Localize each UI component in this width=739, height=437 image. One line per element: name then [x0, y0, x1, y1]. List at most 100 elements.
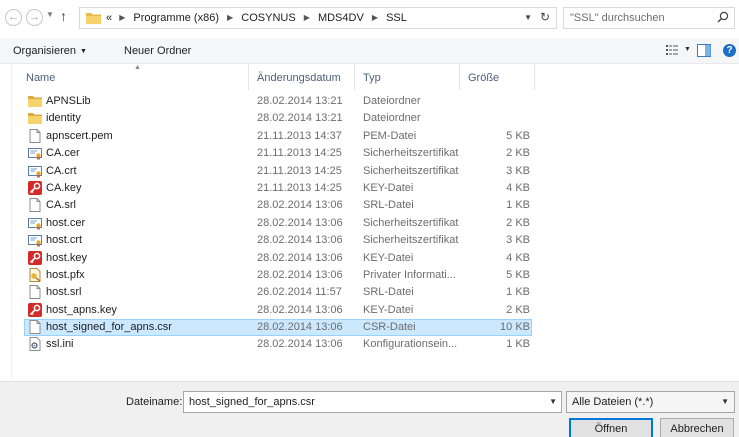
file-date: 21.11.2013 14:37 — [257, 129, 342, 142]
search-placeholder: "SSL" durchsuchen — [570, 12, 665, 24]
file-name: CA.crt — [46, 164, 77, 177]
address-dropdown-chevron-icon[interactable]: ▼ — [524, 13, 532, 22]
chevron-right-icon[interactable]: ▶ — [372, 13, 378, 22]
cancel-button[interactable]: Abbrechen — [660, 418, 734, 437]
column-divider[interactable] — [534, 64, 535, 90]
column-divider[interactable] — [354, 64, 355, 90]
file-name: host.cer — [46, 216, 86, 229]
file-size: 1 KB — [506, 199, 530, 212]
search-input[interactable]: "SSL" durchsuchen — [563, 7, 735, 29]
list-item[interactable]: ssl.ini 28.02.2014 13:06 Konfigurationse… — [12, 336, 739, 353]
file-name: host.key — [46, 251, 87, 264]
file-type-filter-select[interactable]: Alle Dateien (*.*) ▼ — [566, 391, 735, 413]
file-name: CA.cer — [46, 147, 80, 160]
chevron-down-icon: ▼ — [721, 397, 729, 406]
file-size: 10 KB — [500, 321, 530, 334]
file-name: host.pfx — [46, 268, 85, 281]
address-row: ← → ▼ ↑ « ▶ Programme (x86) ▶ COSYNUS ▶ … — [0, 0, 739, 34]
column-divider[interactable] — [248, 64, 249, 90]
back-arrow-icon: ← — [8, 11, 19, 23]
file-type: Sicherheitszertifikat — [363, 234, 459, 247]
list-item[interactable]: APNSLib 28.02.2014 13:21 Dateiordner — [12, 93, 739, 110]
file-date: 28.02.2014 13:06 — [257, 338, 343, 351]
open-button[interactable]: Öffnen — [569, 418, 653, 437]
chevron-right-icon[interactable]: ▶ — [227, 13, 233, 22]
list-item[interactable]: host.crt 28.02.2014 13:06 Sicherheitszer… — [12, 232, 739, 249]
file-type: Privater Informati... — [363, 268, 456, 281]
breadcrumb-item[interactable]: COSYNUS — [241, 12, 295, 24]
file-type: Konfigurationsein... — [363, 338, 458, 351]
list-item-selected[interactable]: host_signed_for_apns.csr 28.02.2014 13:0… — [12, 319, 739, 337]
view-options-icon[interactable] — [666, 45, 678, 55]
chevron-right-icon: ▶ — [119, 13, 126, 22]
column-divider[interactable] — [459, 64, 460, 90]
list-item[interactable]: identity 28.02.2014 13:21 Dateiordner — [12, 110, 739, 127]
file-date: 26.02.2014 11:57 — [257, 286, 342, 299]
column-header-row: ▲ Name Änderungsdatum Typ Größe — [12, 64, 739, 90]
certificate-icon — [28, 217, 42, 230]
chevron-down-icon: ▼ — [79, 48, 87, 55]
file-name: CA.srl — [46, 199, 76, 212]
file-date: 28.02.2014 13:06 — [257, 268, 343, 281]
file-name: identity — [46, 112, 81, 125]
back-button[interactable]: ← — [5, 9, 22, 26]
preview-pane-icon[interactable] — [697, 44, 711, 57]
list-item[interactable]: host.pfx 28.02.2014 13:06 Privater Infor… — [12, 267, 739, 284]
file-list: APNSLib 28.02.2014 13:21 Dateiordner ide… — [12, 93, 739, 354]
file-type: Sicherheitszertifikat — [363, 164, 459, 177]
file-icon — [29, 128, 41, 143]
organize-button[interactable]: Organisieren ▼ — [13, 45, 87, 57]
folder-icon — [28, 113, 42, 125]
column-name[interactable]: Name — [26, 72, 55, 84]
up-button[interactable]: ↑ — [60, 8, 67, 24]
file-size: 2 KB — [506, 303, 530, 316]
file-size: 2 KB — [506, 147, 530, 160]
forward-button[interactable]: → — [26, 9, 43, 26]
file-icon — [29, 285, 41, 300]
breadcrumb-item[interactable]: MDS4DV — [318, 12, 364, 24]
file-date: 21.11.2013 14:25 — [257, 181, 342, 194]
list-item[interactable]: host_apns.key 28.02.2014 13:06 KEY-Datei… — [12, 302, 739, 319]
breadcrumb-overflow[interactable]: « — [106, 12, 112, 24]
file-date: 28.02.2014 13:06 — [257, 321, 343, 334]
column-type[interactable]: Typ — [363, 72, 381, 84]
file-date: 28.02.2014 13:21 — [257, 112, 343, 125]
file-type: SRL-Datei — [363, 286, 414, 299]
file-type: PEM-Datei — [363, 129, 417, 142]
recent-locations-chevron-icon[interactable]: ▼ — [46, 10, 54, 19]
list-item[interactable]: CA.cer 21.11.2013 14:25 Sicherheitszerti… — [12, 145, 739, 162]
file-type: Sicherheitszertifikat — [363, 147, 459, 160]
file-date: 28.02.2014 13:06 — [257, 234, 343, 247]
list-item[interactable]: host.srl 26.02.2014 11:57 SRL-Datei 1 KB — [12, 284, 739, 301]
key-icon — [28, 250, 42, 265]
list-item[interactable]: CA.crt 21.11.2013 14:25 Sicherheitszerti… — [12, 163, 739, 180]
search-icon — [717, 11, 729, 23]
column-size[interactable]: Größe — [468, 72, 499, 84]
view-options-chevron-icon[interactable]: ▼ — [684, 46, 691, 53]
new-folder-button[interactable]: Neuer Ordner — [124, 45, 191, 57]
help-icon[interactable]: ? — [723, 44, 736, 57]
breadcrumb-item[interactable]: SSL — [386, 12, 407, 24]
address-bar[interactable]: « ▶ Programme (x86) ▶ COSYNUS ▶ MDS4DV ▶… — [79, 7, 557, 29]
file-name: host_apns.key — [46, 303, 117, 316]
filename-field[interactable]: host_signed_for_apns.csr ▼ — [183, 391, 562, 413]
breadcrumb-item[interactable]: Programme (x86) — [133, 12, 219, 24]
dialog-footer: Dateiname: host_signed_for_apns.csr ▼ Al… — [0, 381, 739, 437]
file-type: CSR-Datei — [363, 321, 416, 334]
file-size: 1 KB — [506, 286, 530, 299]
list-item[interactable]: CA.srl 28.02.2014 13:06 SRL-Datei 1 KB — [12, 197, 739, 214]
refresh-icon[interactable]: ↻ — [540, 10, 550, 24]
column-date[interactable]: Änderungsdatum — [257, 72, 341, 84]
list-item[interactable]: host.cer 28.02.2014 13:06 Sicherheitszer… — [12, 215, 739, 232]
chevron-down-icon[interactable]: ▼ — [549, 397, 557, 406]
list-item[interactable]: CA.key 21.11.2013 14:25 KEY-Datei 4 KB — [12, 180, 739, 197]
file-icon — [29, 320, 41, 335]
chevron-right-icon[interactable]: ▶ — [304, 13, 310, 22]
certificate-icon — [28, 165, 42, 178]
list-item[interactable]: host.key 28.02.2014 13:06 KEY-Datei 4 KB — [12, 250, 739, 267]
list-item[interactable]: apnscert.pem 21.11.2013 14:37 PEM-Datei … — [12, 128, 739, 145]
file-date: 21.11.2013 14:25 — [257, 164, 342, 177]
file-type: KEY-Datei — [363, 251, 414, 264]
file-type: Dateiordner — [363, 112, 421, 125]
file-name: APNSLib — [46, 95, 91, 107]
